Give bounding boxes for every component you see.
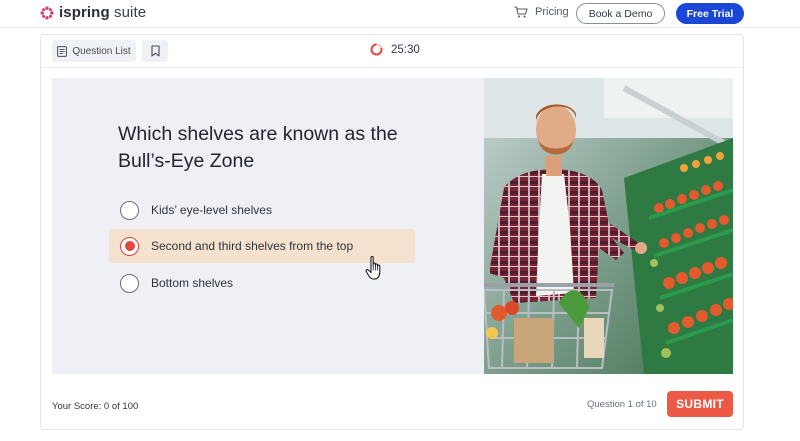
ispring-flower-icon <box>40 6 54 19</box>
ispring-logo[interactable]: ispring suite <box>40 4 146 21</box>
option-label: Bottom shelves <box>151 276 234 290</box>
timer-icon <box>370 43 383 56</box>
free-trial-button[interactable]: Free Trial <box>676 3 744 24</box>
hand-cursor-icon <box>365 255 381 280</box>
player-toolbar: Question List 25:30 <box>41 35 743 68</box>
logo-prefix: ispring <box>59 4 110 21</box>
radio-button[interactable] <box>120 200 139 220</box>
book-demo-button[interactable]: Book a Demo <box>576 3 665 24</box>
question-counter: Question 1 of 10 <box>587 399 657 410</box>
bookmark-button[interactable] <box>142 40 168 62</box>
bookmark-icon <box>150 45 160 57</box>
option-label: Second and third shelves from the top <box>151 239 354 253</box>
cart-icon <box>514 6 528 18</box>
answer-option-1[interactable]: Kids’ eye-level shelves <box>109 193 415 227</box>
quiz-player: Question List 25:30 Which shelves are kn… <box>40 34 744 430</box>
timer: 25:30 <box>370 43 420 56</box>
radio-button-selected[interactable] <box>120 236 139 256</box>
pricing-label: Pricing <box>535 6 569 18</box>
radio-button[interactable] <box>120 273 139 293</box>
option-label: Kids’ eye-level shelves <box>151 203 272 217</box>
top-nav: ispring suite Pricing Book a Demo Free T… <box>0 0 800 28</box>
score-label: Your Score: 0 of 100 <box>52 401 139 412</box>
supermarket-shopper-photo <box>484 78 733 374</box>
list-icon <box>57 45 68 57</box>
submit-button[interactable]: SUBMIT <box>667 391 733 417</box>
question-list-label: Question List <box>72 45 131 57</box>
question-slide: Which shelves are known as the Bull’s-Ey… <box>52 78 733 374</box>
logo-suffix: suite <box>113 4 147 21</box>
question-text: Which shelves are known as the Bull’s-Ey… <box>118 123 398 172</box>
pricing-link[interactable]: Pricing <box>514 6 569 18</box>
question-list-button[interactable]: Question List <box>52 40 136 62</box>
player-footer: Your Score: 0 of 100 Question 1 of 10 SU… <box>41 383 743 429</box>
timer-value: 25:30 <box>391 43 420 56</box>
